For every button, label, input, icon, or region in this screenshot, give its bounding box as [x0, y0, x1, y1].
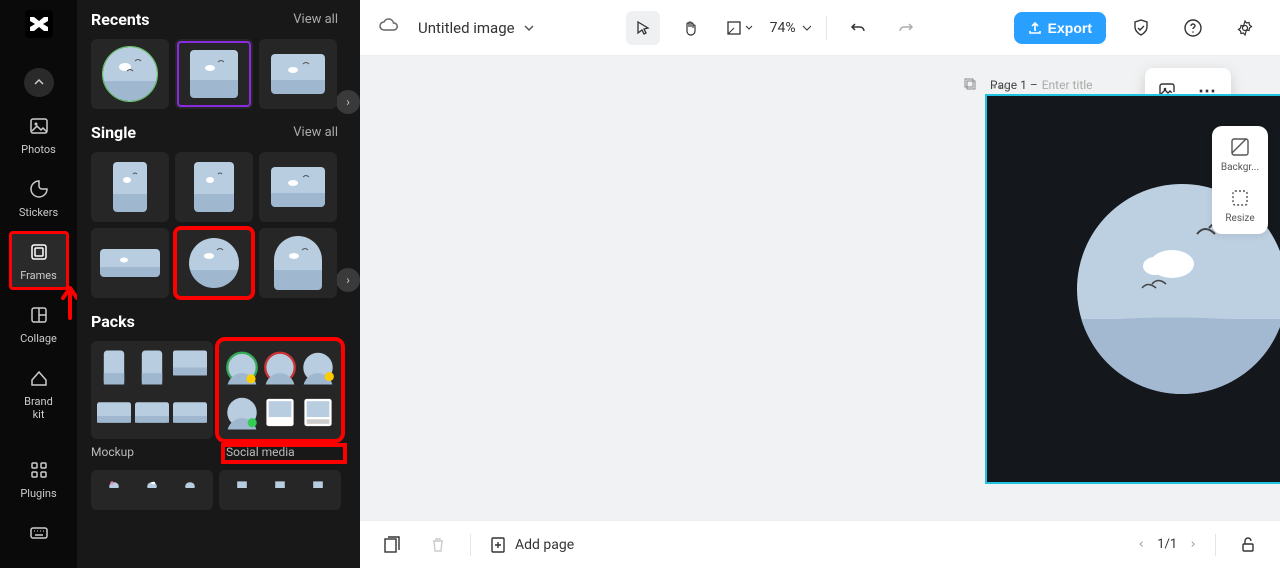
pack-label: Mockup	[91, 445, 213, 462]
next-page-button[interactable]: ›	[1189, 537, 1197, 552]
frame-thumb-circle[interactable]	[175, 228, 253, 298]
cursor-tool[interactable]	[626, 11, 660, 45]
add-page-label: Add page	[515, 537, 574, 553]
shield-icon[interactable]	[1124, 11, 1158, 45]
rail-label: Plugins	[20, 487, 56, 500]
frame-thumb[interactable]	[91, 228, 169, 298]
pack-social-media[interactable]	[219, 341, 341, 439]
title-text: Untitled image	[418, 19, 515, 37]
rail-label: Stickers	[19, 206, 58, 219]
canvas-viewport[interactable]: Page 1 – Enter title ⋯ ⋯	[360, 56, 1280, 520]
tool-label: Resize	[1225, 213, 1254, 224]
rail-item-stickers[interactable]: Stickers	[9, 168, 69, 227]
tool-label: Backgr...	[1221, 162, 1259, 173]
rail-item-brandkit[interactable]: Brand kit	[9, 357, 69, 429]
frame-thumb[interactable]	[91, 39, 169, 109]
chevron-down-icon	[802, 23, 812, 33]
page-indicator: 1/1	[1157, 537, 1177, 552]
background-tool[interactable]: Backgr...	[1221, 136, 1259, 173]
chevron-down-icon	[523, 22, 535, 34]
brandkit-icon	[28, 367, 50, 389]
redo-button[interactable]	[889, 11, 923, 45]
rail-label: Frames	[20, 269, 57, 282]
rail-item-frames[interactable]: Frames	[9, 231, 69, 290]
settings-icon[interactable]	[1228, 11, 1262, 45]
prev-page-button[interactable]: ‹	[1137, 537, 1145, 552]
page-actions: ⋯	[962, 76, 1010, 96]
frames-sidepanel: › › Recents View all Single View all	[77, 0, 360, 568]
rail-label: Collage	[20, 332, 57, 345]
rail-item-photos[interactable]: Photos	[9, 105, 69, 164]
delete-page-button	[424, 531, 452, 559]
stickers-icon	[28, 178, 50, 200]
frame-thumb[interactable]	[259, 39, 337, 109]
add-page-icon	[489, 536, 507, 554]
zoom-level[interactable]: 74%	[770, 20, 812, 36]
top-toolbar: Untitled image 74%	[360, 0, 1280, 56]
app-root: Photos Stickers Frames Collage Brand kit	[0, 0, 1280, 568]
page-title-input[interactable]: Enter title	[1042, 78, 1093, 92]
pages-panel-button[interactable]	[378, 531, 406, 559]
lock-button[interactable]	[1234, 531, 1262, 559]
rail-item-plugins[interactable]: Plugins	[9, 449, 69, 508]
chevron-up-icon	[33, 76, 45, 88]
section-recents: Recents View all	[91, 10, 352, 109]
rail-item-keyboard[interactable]	[9, 512, 69, 558]
section-packs: Packs	[91, 312, 352, 510]
zoom-value: 74%	[770, 20, 796, 36]
resize-tool[interactable]: Resize	[1225, 187, 1254, 224]
frames-icon	[28, 241, 50, 263]
rail-label: Photos	[21, 143, 56, 156]
collage-icon	[28, 304, 50, 326]
section-single: Single View all	[91, 123, 352, 298]
frame-thumb[interactable]	[175, 152, 253, 222]
section-title: Packs	[91, 312, 135, 331]
cloud-sync-icon[interactable]	[378, 15, 400, 41]
duplicate-page-icon[interactable]	[962, 76, 978, 96]
export-icon	[1028, 21, 1042, 35]
view-all-link[interactable]: View all	[293, 125, 338, 140]
capcut-logo-icon	[27, 12, 51, 36]
export-button[interactable]: Export	[1014, 12, 1106, 44]
plugins-icon	[28, 459, 50, 481]
page-navigator: ‹ 1/1 ›	[1137, 537, 1197, 552]
help-icon[interactable]	[1176, 11, 1210, 45]
rail-item-collage[interactable]: Collage	[9, 294, 69, 353]
frame-thumb-selected[interactable]	[175, 39, 253, 109]
page-more-icon[interactable]: ⋯	[992, 77, 1010, 96]
keyboard-icon	[28, 522, 50, 544]
lock-icon	[1239, 536, 1257, 554]
pack-item[interactable]	[91, 470, 213, 510]
resize-icon	[1229, 187, 1251, 209]
bottom-toolbar: Add page ‹ 1/1 ›	[360, 520, 1280, 568]
frame-thumb[interactable]	[259, 228, 337, 298]
pack-item[interactable]	[219, 470, 341, 510]
section-title: Single	[91, 123, 136, 142]
add-page-button[interactable]: Add page	[489, 536, 574, 554]
frame-thumb[interactable]	[91, 152, 169, 222]
rail-collapse-button[interactable]	[24, 68, 54, 98]
section-title: Recents	[91, 10, 149, 29]
crop-tool[interactable]	[722, 11, 756, 45]
right-tool-panel: Backgr... Resize	[1212, 126, 1268, 234]
view-all-link[interactable]: View all	[293, 12, 338, 27]
pack-label: Social media	[223, 445, 345, 462]
left-rail: Photos Stickers Frames Collage Brand kit	[0, 0, 77, 568]
export-label: Export	[1048, 20, 1092, 36]
document-title[interactable]: Untitled image	[418, 19, 535, 37]
photos-icon	[28, 115, 50, 137]
undo-button[interactable]	[841, 11, 875, 45]
main-area: Untitled image 74%	[360, 0, 1280, 568]
pack-mockup[interactable]	[91, 341, 213, 439]
frame-thumb[interactable]	[259, 152, 337, 222]
app-logo[interactable]	[25, 10, 53, 38]
background-icon	[1229, 136, 1251, 158]
rail-label: Brand kit	[24, 395, 53, 421]
hand-tool[interactable]	[674, 11, 708, 45]
